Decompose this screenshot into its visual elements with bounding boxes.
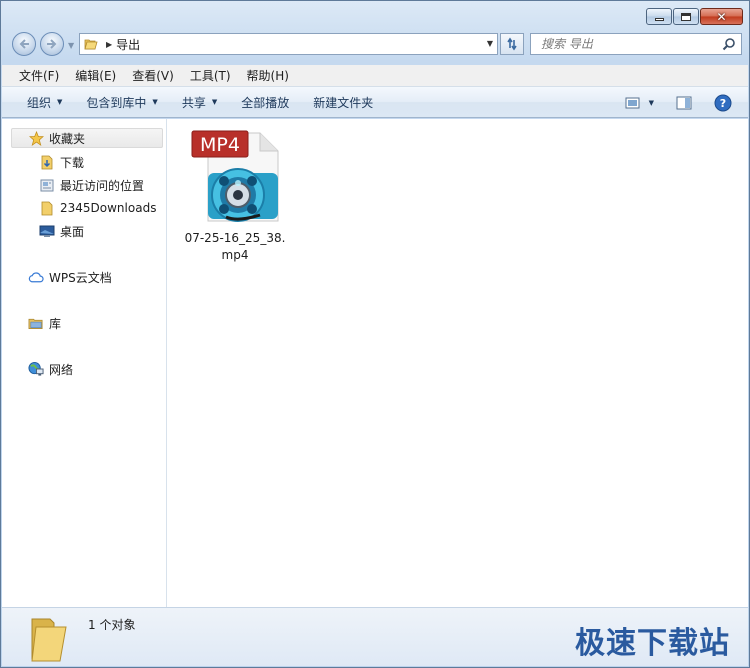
back-button[interactable] (12, 32, 36, 56)
sidebar-item-label: 2345Downloads (60, 201, 157, 215)
chevron-down-icon: ▼ (57, 98, 63, 106)
sidebar-item-label: 下载 (60, 155, 85, 170)
sidebar-item-label: 最近访问的位置 (60, 178, 145, 193)
preview-pane-icon[interactable] (676, 96, 692, 110)
address-dropdown-icon[interactable]: ▼ (487, 39, 493, 48)
desktop-icon (39, 223, 55, 239)
file-name: 07-25-16_25_38. mp4 (183, 230, 287, 264)
network-icon (28, 361, 44, 377)
forward-arrow-icon (47, 39, 57, 49)
close-button[interactable]: ✕ (700, 8, 743, 25)
maximize-icon (681, 12, 691, 21)
sidebar-item-library[interactable]: 库 (28, 313, 61, 333)
file-name-line1: 07-25-16_25_38. (184, 231, 286, 245)
organize-button[interactable]: 组织 ▼ (27, 94, 62, 111)
view-dropdown-icon[interactable]: ▼ (649, 99, 654, 107)
folder-large-icon (31, 618, 67, 662)
search-box[interactable] (530, 33, 742, 55)
view-controls: ▼ ? (625, 94, 732, 112)
share-label: 共享 (181, 95, 206, 110)
file-list-view: MP4 07-25-16_25_38. mp4 (167, 119, 748, 607)
status-bar: 1 个对象 极速下载站 (2, 607, 748, 666)
navigation-pane: 收藏夹 下载 最近访问的位置 2345Downloads 桌面 WPS云文档 库… (2, 119, 167, 607)
sidebar-item-desktop[interactable]: 桌面 (39, 221, 84, 241)
include-in-library-label: 包含到库中 (86, 95, 147, 110)
menu-bar: 文件(F) 编辑(E) 查看(V) 工具(T) 帮助(H) (2, 65, 748, 87)
caption-buttons: ✕ (646, 8, 743, 25)
menu-help[interactable]: 帮助(H) (239, 67, 297, 84)
folder-icon (84, 39, 98, 50)
menu-file[interactable]: 文件(F) (2, 67, 67, 84)
explorer-window: ✕ ▼ ▶ 导出 ▼ 文件(F) 编辑(E) 查看(V) (0, 0, 750, 668)
breadcrumb-separator-icon[interactable]: ▶ (106, 40, 112, 49)
sidebar-item-label: 网络 (49, 362, 74, 377)
share-button[interactable]: 共享 ▼ (182, 94, 217, 111)
cloud-icon (28, 269, 44, 285)
mp4-file-icon: MP4 (191, 130, 279, 222)
sidebar-item-label: 库 (49, 316, 62, 331)
svg-text:?: ? (720, 97, 726, 110)
command-bar: 组织 ▼ 包含到库中 ▼ 共享 ▼ 全部播放 新建文件夹 ▼ ? (2, 87, 748, 118)
sidebar-item-wps-cloud[interactable]: WPS云文档 (28, 267, 112, 287)
downloads-folder-icon (39, 154, 55, 170)
watermark-text: 极速下载站 (575, 626, 730, 661)
chevron-down-icon: ▼ (211, 98, 218, 106)
include-in-library-button[interactable]: 包含到库中 ▼ (86, 94, 157, 111)
file-name-line2: mp4 (221, 248, 249, 262)
sidebar-item-2345downloads[interactable]: 2345Downloads (39, 198, 156, 218)
sidebar-item-label: 桌面 (60, 224, 85, 239)
search-input[interactable] (539, 36, 723, 52)
item-count: 1 个对象 (88, 618, 136, 632)
organize-label: 组织 (27, 95, 52, 110)
sidebar-item-label: WPS云文档 (49, 270, 112, 285)
minimize-button[interactable] (646, 8, 672, 25)
sidebar-item-recent[interactable]: 最近访问的位置 (39, 175, 144, 195)
sidebar-item-label: 收藏夹 (49, 131, 86, 146)
menu-view[interactable]: 查看(V) (124, 67, 182, 84)
forward-button[interactable] (40, 32, 64, 56)
maximize-button[interactable] (673, 8, 699, 25)
star-icon (28, 130, 44, 146)
search-icon[interactable] (722, 37, 736, 51)
sidebar-item-network[interactable]: 网络 (28, 359, 73, 379)
menu-tools[interactable]: 工具(T) (182, 67, 239, 84)
recent-places-icon (39, 177, 55, 193)
play-all-button[interactable]: 全部播放 (241, 94, 289, 111)
history-dropdown-icon[interactable]: ▼ (68, 41, 74, 50)
sidebar-item-downloads[interactable]: 下载 (39, 152, 84, 172)
help-icon[interactable]: ? (714, 94, 732, 112)
new-folder-button[interactable]: 新建文件夹 (313, 94, 373, 111)
folder-icon (39, 200, 55, 216)
file-type-badge: MP4 (200, 134, 240, 156)
breadcrumb-current[interactable]: 导出 (116, 36, 140, 53)
change-view-icon[interactable] (625, 96, 641, 110)
sidebar-item-favorites[interactable]: 收藏夹 (11, 128, 163, 148)
close-icon: ✕ (716, 9, 727, 24)
refresh-button[interactable] (500, 33, 524, 55)
menu-edit[interactable]: 编辑(E) (67, 67, 124, 84)
refresh-icon (507, 37, 517, 51)
address-bar[interactable]: ▶ 导出 ▼ (79, 33, 498, 55)
minimize-icon (654, 18, 664, 21)
file-item[interactable]: MP4 07-25-16_25_38. mp4 (183, 125, 287, 264)
library-icon (28, 315, 44, 331)
chevron-down-icon: ▼ (152, 98, 158, 106)
back-arrow-icon (19, 39, 29, 49)
